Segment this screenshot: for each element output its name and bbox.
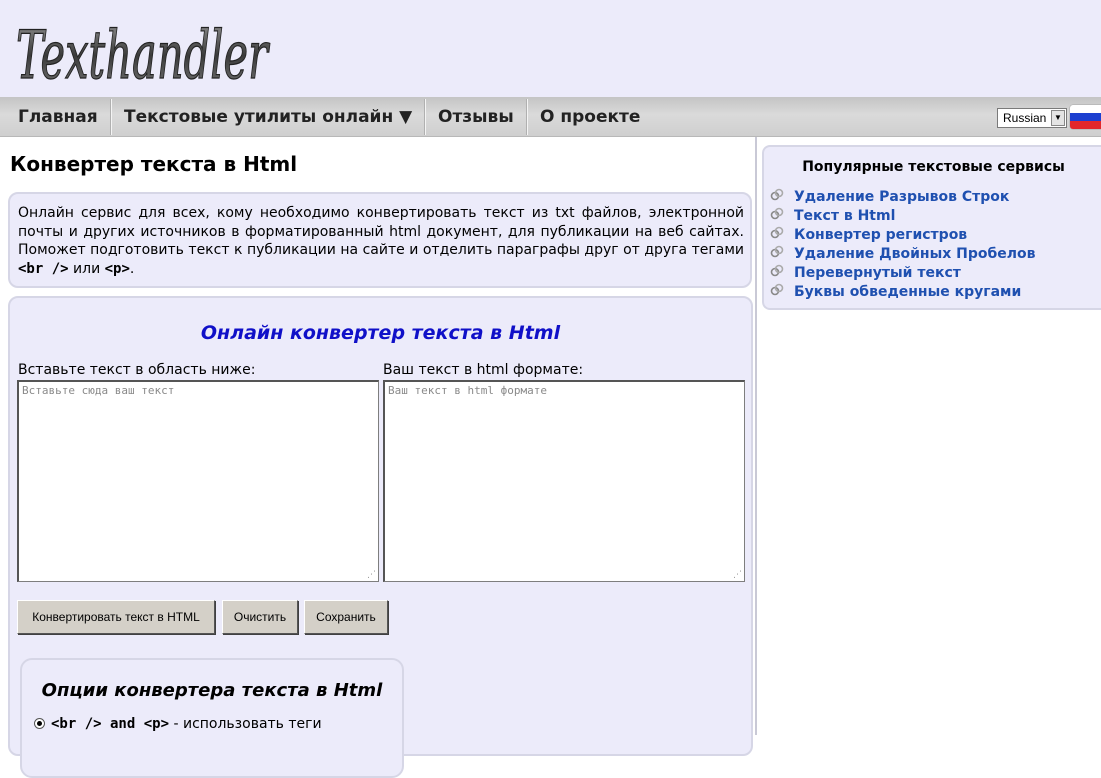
sidebar-link-double-spaces[interactable]: Удаление Двойных Пробелов	[794, 246, 1036, 262]
options-title: Опции конвертера текста в Html	[41, 680, 383, 701]
chevron-down-icon[interactable]: ▼	[1051, 110, 1065, 126]
option-code: <br /> and <p>	[51, 716, 170, 732]
resize-grip-icon[interactable]: ⋰	[733, 570, 743, 580]
save-button[interactable]: Сохранить	[304, 600, 388, 634]
nav-item-reviews[interactable]: Отзывы	[426, 97, 526, 137]
nav-item-home[interactable]: Главная	[6, 97, 110, 137]
texthandler-logo[interactable]: Texthandler	[12, 2, 274, 94]
description-text: Онлайн сервис для всех, кому необходимо …	[18, 205, 744, 258]
br-tag-code: <br />	[18, 260, 69, 277]
nav-item-about[interactable]: О проекте	[528, 97, 652, 137]
sidebar-link-case-converter[interactable]: Конвертер регистров	[794, 227, 967, 243]
link-icon	[770, 188, 784, 201]
language-select[interactable]: Russian ▼	[997, 108, 1067, 128]
option-text: - использовать теги	[169, 716, 322, 732]
link-icon	[770, 283, 784, 296]
sidebar-item: Конвертер регистров	[770, 225, 1036, 244]
svg-text:Texthandler: Texthandler	[16, 17, 270, 94]
sidebar-link-upside-down[interactable]: Перевернутый текст	[794, 265, 961, 281]
main-navigation: Главная Текстовые утилиты онлайн ▼ Отзыв…	[0, 97, 1101, 137]
link-icon	[770, 264, 784, 277]
clear-button[interactable]: Очистить	[222, 600, 298, 634]
sidebar-link-line-breaks[interactable]: Удаление Разрывов Строк	[794, 189, 1009, 205]
option-br-p[interactable]: <br /> and <p> - использовать теги	[34, 716, 399, 732]
output-label: Ваш текст в html формате:	[383, 362, 584, 378]
sidebar-item: Буквы обведенные кругами	[770, 282, 1036, 301]
description-end: .	[129, 260, 135, 277]
description-or: или	[68, 260, 105, 277]
sidebar-item: Удаление Двойных Пробелов	[770, 244, 1036, 263]
input-textarea[interactable]	[17, 380, 379, 582]
description-box: Онлайн сервис для всех, кому необходимо …	[8, 192, 752, 288]
russian-flag-icon[interactable]	[1070, 105, 1101, 129]
link-icon	[770, 226, 784, 239]
sidebar-link-list: Удаление Разрывов Строк Текст в Html Кон…	[770, 187, 1036, 301]
convert-button[interactable]: Конвертировать текст в HTML	[17, 600, 215, 634]
p-tag-code: <p>	[104, 260, 130, 277]
link-icon	[770, 207, 784, 220]
output-textarea[interactable]	[383, 380, 745, 582]
nav-item-text-utilities[interactable]: Текстовые утилиты онлайн ▼	[112, 97, 424, 137]
sidebar-item: Удаление Разрывов Строк	[770, 187, 1036, 206]
converter-tool-box: Онлайн конвертер текста в Html Вставьте …	[8, 296, 753, 778]
options-box: Опции конвертера текста в Html <br /> an…	[20, 658, 404, 778]
site-header: Texthandler	[0, 0, 1101, 97]
resize-grip-icon[interactable]: ⋰	[367, 570, 377, 580]
column-divider	[755, 137, 757, 735]
sidebar-title: Популярные текстовые сервисы	[802, 159, 1065, 175]
sidebar-item: Текст в Html	[770, 206, 1036, 225]
radio-button-selected[interactable]	[34, 718, 45, 729]
popular-services-panel: Популярные текстовые сервисы Удаление Ра…	[762, 145, 1101, 310]
page-title: Конвертер текста в Html	[10, 152, 298, 176]
link-icon	[770, 245, 784, 258]
sidebar-link-text-to-html[interactable]: Текст в Html	[794, 208, 895, 224]
sidebar-item: Перевернутый текст	[770, 263, 1036, 282]
tool-title: Онлайн конвертер текста в Html	[200, 322, 561, 344]
sidebar-link-circled-letters[interactable]: Буквы обведенные кругами	[794, 284, 1021, 300]
language-select-value: Russian	[1003, 111, 1047, 125]
input-label: Вставьте текст в область ниже:	[18, 362, 256, 378]
